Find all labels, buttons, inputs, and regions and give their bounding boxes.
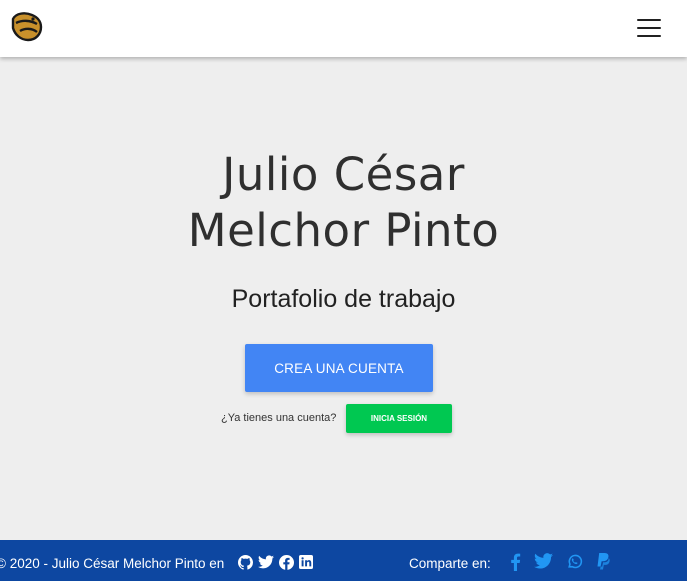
hamburger-menu-icon[interactable] — [637, 17, 661, 39]
share-twitter-icon[interactable] — [534, 553, 553, 569]
login-row: ¿Ya tienes una cuenta? INICIA SESIÓN — [0, 404, 687, 433]
whatsapp-icon[interactable] — [566, 553, 583, 570]
beaver-logo-icon[interactable] — [10, 10, 44, 44]
subtitle: Portafolio de trabajo — [231, 285, 456, 313]
login-button[interactable]: INICIA SESIÓN — [346, 404, 452, 433]
footer: © 2020 - Julio César Melchor Pinto en Co… — [0, 540, 687, 581]
page-title: Julio César Melchor Pinto — [0, 147, 687, 259]
create-account-button[interactable]: CREA UNA CUENTA — [245, 344, 433, 392]
twitter-icon[interactable] — [258, 555, 274, 569]
navbar — [0, 0, 687, 57]
login-question: ¿Ya tienes una cuenta? — [221, 412, 337, 424]
profile-links — [238, 555, 318, 571]
name-line-2: Melchor Pinto — [187, 204, 500, 257]
copyright-text: © 2020 - Julio César Melchor Pinto en — [0, 556, 225, 571]
paypal-icon[interactable] — [596, 553, 610, 570]
share-label: Comparte en: — [409, 556, 491, 571]
linkedin-icon[interactable] — [299, 555, 313, 569]
github-icon[interactable] — [238, 555, 253, 570]
share-links — [510, 553, 623, 571]
name-line-1: Julio César — [222, 148, 465, 201]
share-facebook-icon[interactable] — [510, 553, 521, 571]
hero-section: Julio César Melchor Pinto Portafolio de … — [0, 57, 687, 540]
facebook-icon[interactable] — [279, 555, 294, 570]
